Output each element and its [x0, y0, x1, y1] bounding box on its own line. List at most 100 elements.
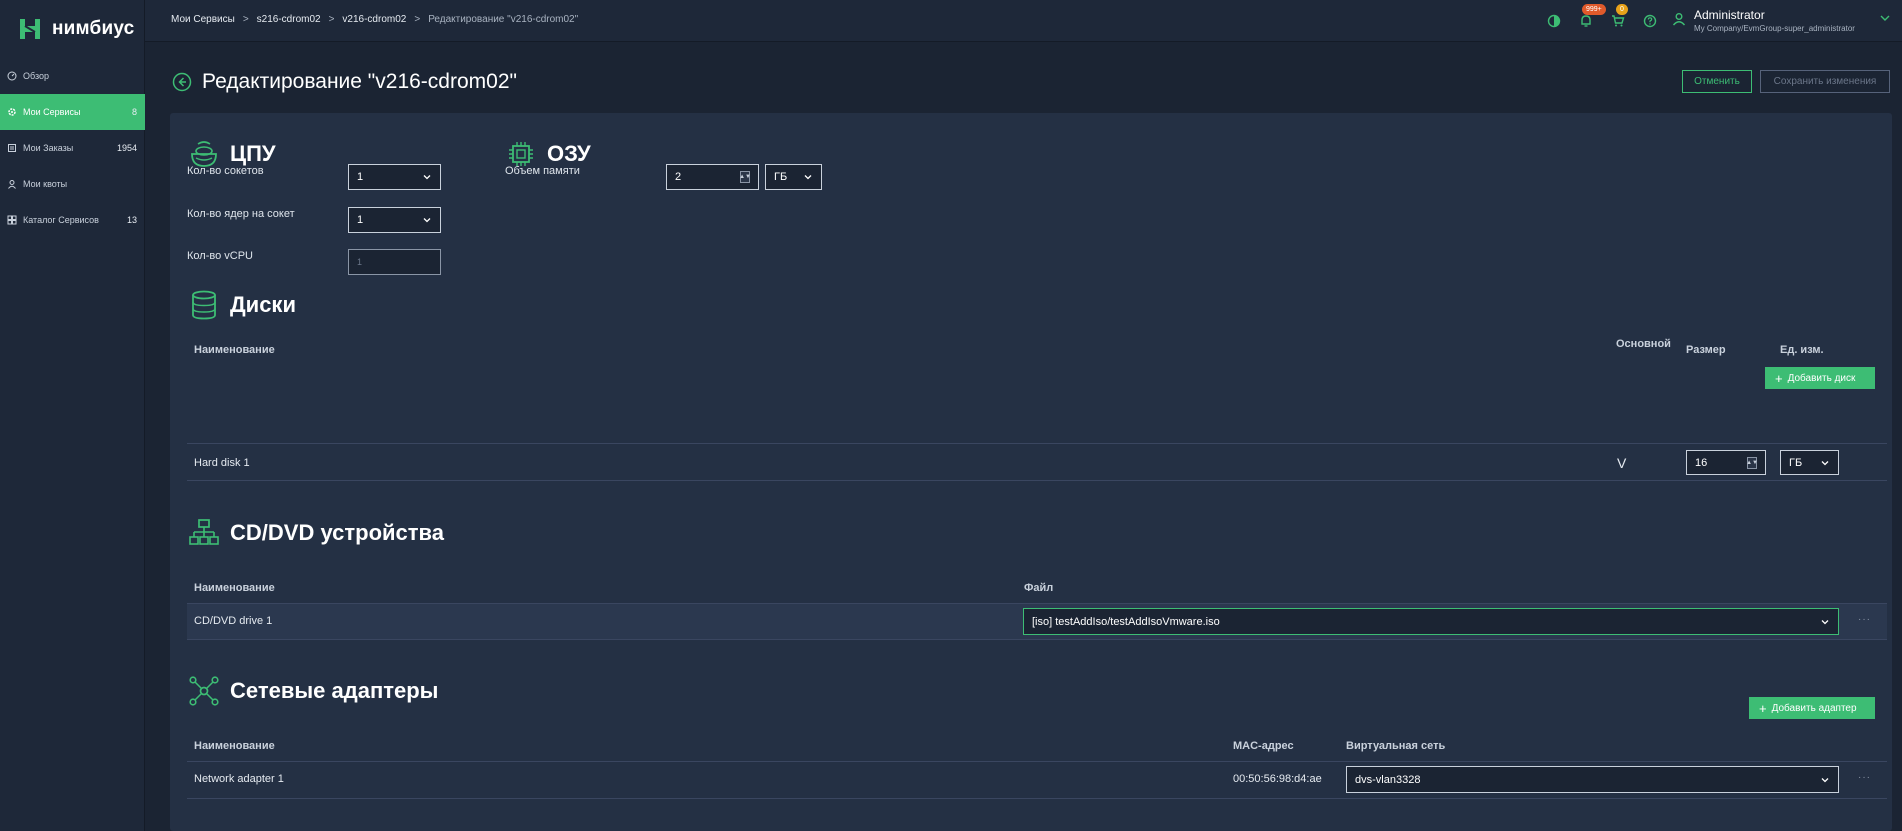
cancel-button[interactable]: Отменить	[1682, 70, 1752, 93]
sidebar: нимбиус Обзор Мои Сервисы 8 Мои Заказы 1…	[0, 0, 145, 831]
disks-col-primary: Основной	[1616, 338, 1671, 350]
disks-header-divider	[187, 443, 1887, 444]
sidebar-item-label: Мои Сервисы	[23, 107, 81, 117]
stepper-icon[interactable]: ▲▼	[1746, 456, 1758, 469]
add-disk-label: Добавить диск	[1787, 372, 1856, 384]
add-disk-button[interactable]: + Добавить диск	[1765, 367, 1875, 389]
sidebar-item-service-catalog[interactable]: Каталог Сервисов 13	[0, 202, 145, 238]
cart-icon[interactable]: 0	[1608, 4, 1628, 30]
dashboard-icon	[6, 71, 17, 82]
user-name: Administrator	[1694, 8, 1765, 22]
breadcrumb-item[interactable]: v216-cdrom02	[342, 14, 406, 25]
save-changes-button[interactable]: Сохранить изменения	[1760, 70, 1890, 93]
page-title: Редактирование "v216-cdrom02"	[202, 70, 517, 93]
back-arrow-icon[interactable]	[172, 72, 192, 92]
cdrom-file-value: [iso] testAddIso/testAddIsoVmware.iso	[1032, 615, 1220, 628]
sidebar-item-my-orders[interactable]: Мои Заказы 1954	[0, 130, 145, 166]
theme-toggle-icon[interactable]	[1544, 12, 1564, 30]
disk-size-value: 16	[1695, 456, 1708, 469]
disk-size-input[interactable]: 16 ▲▼	[1686, 450, 1766, 475]
memory-unit-select[interactable]: ГБ	[765, 164, 822, 190]
stepper-icon[interactable]: ▲▼	[739, 171, 751, 183]
cores-select[interactable]: 1	[348, 207, 441, 233]
network-row-name: Network adapter 1	[194, 773, 284, 785]
vnet-select[interactable]: dvs-vlan3328	[1346, 766, 1839, 793]
user-icon	[6, 179, 17, 190]
disks-row-divider	[187, 480, 1887, 481]
vnet-value: dvs-vlan3328	[1355, 773, 1421, 786]
network-col-vnet: Виртуальная сеть	[1346, 740, 1446, 752]
network-row-mac: 00:50:56:98:d4:ae	[1233, 773, 1322, 785]
vcpu-field: 1	[348, 249, 441, 275]
vcpu-label: Кол-во vCPU	[187, 250, 253, 262]
network-col-name: Наименование	[194, 740, 275, 752]
cores-value: 1	[357, 214, 364, 226]
memory-label: Объем памяти	[505, 165, 580, 177]
ram-title: ОЗУ	[547, 141, 591, 166]
sidebar-item-my-quotas[interactable]: Мои квоты	[0, 166, 145, 202]
page-header: Редактирование "v216-cdrom02"	[172, 70, 517, 94]
brand-logo[interactable]: нимбиус	[16, 16, 134, 42]
network-section-title: Сетевые адаптеры	[188, 675, 438, 707]
network-title: Сетевые адаптеры	[230, 678, 439, 703]
cdrom-row-actions-icon[interactable]: ···	[1858, 614, 1871, 625]
help-icon[interactable]	[1640, 12, 1660, 30]
brand-name: нимбиус	[52, 18, 135, 39]
cdrom-col-file: Файл	[1024, 582, 1054, 594]
logo-icon	[20, 19, 40, 39]
disk-row-primary: V	[1617, 455, 1627, 471]
chevron-down-icon	[423, 175, 431, 180]
top-icons: 999+ 0	[1544, 4, 1660, 30]
sidebar-item-my-services[interactable]: Мои Сервисы 8	[0, 94, 145, 130]
breadcrumb-separator: >	[242, 14, 249, 25]
disks-col-unit: Ед. изм.	[1780, 344, 1824, 356]
cart-badge: 0	[1616, 4, 1628, 15]
chevron-down-icon[interactable]	[1879, 13, 1891, 23]
chevron-down-icon	[1821, 619, 1829, 624]
notifications-badge: 999+	[1582, 4, 1606, 15]
cdrom-title: CD/DVD устройства	[230, 520, 445, 545]
disk-unit-select[interactable]: ГБ	[1780, 450, 1839, 475]
bell-icon[interactable]: 999+	[1576, 4, 1606, 30]
sidebar-item-count: 8	[131, 107, 137, 117]
network-row-actions-icon[interactable]: ···	[1858, 772, 1871, 783]
chevron-down-icon	[1821, 777, 1829, 782]
chevron-down-icon	[1821, 460, 1829, 465]
memory-input[interactable]: 2 ▲▼	[666, 164, 759, 190]
sidebar-item-overview[interactable]: Обзор	[0, 58, 145, 94]
sidebar-item-label: Мои квоты	[23, 179, 68, 189]
sockets-select[interactable]: 1	[348, 164, 441, 190]
orders-icon	[6, 143, 17, 154]
sidebar-nav: Обзор Мои Сервисы 8 Мои Заказы 1954 Мои …	[0, 58, 145, 238]
user-menu[interactable]: Administrator My Company/EvmGroup-super_…	[1672, 8, 1855, 33]
cdrom-row-name: CD/DVD drive 1	[194, 615, 273, 627]
breadcrumb-item[interactable]: s216-cdrom02	[257, 14, 321, 25]
disks-col-name: Наименование	[194, 344, 275, 356]
catalog-icon	[6, 215, 17, 226]
chevron-down-icon	[423, 218, 431, 223]
plus-icon: +	[1775, 370, 1783, 386]
memory-value: 2	[675, 171, 682, 183]
cdrom-row-divider	[187, 639, 1887, 640]
cdrom-file-select[interactable]: [iso] testAddIso/testAddIsoVmware.iso	[1023, 608, 1839, 635]
cores-label: Кол-во ядер на сокет	[187, 208, 295, 220]
plus-icon: +	[1759, 700, 1767, 716]
network-row-divider	[187, 798, 1887, 799]
disk-unit-value: ГБ	[1789, 456, 1803, 469]
user-group: My Company/EvmGroup-super_administrator	[1694, 24, 1855, 33]
network-header-divider	[187, 761, 1887, 762]
memory-unit-value: ГБ	[774, 171, 788, 183]
chevron-down-icon	[804, 175, 812, 180]
disk-row-name: Hard disk 1	[194, 457, 250, 469]
cdrom-section-title: CD/DVD устройства	[188, 517, 444, 549]
sidebar-item-label: Обзор	[23, 71, 49, 81]
sidebar-item-label: Мои Заказы	[23, 143, 74, 153]
sockets-value: 1	[357, 171, 364, 183]
disks-col-size: Размер	[1686, 344, 1726, 356]
sidebar-item-count: 13	[126, 215, 137, 225]
breadcrumb-item[interactable]: Мои Сервисы	[171, 14, 235, 25]
cdrom-col-name: Наименование	[194, 582, 275, 594]
add-adapter-button[interactable]: + Добавить адаптер	[1749, 697, 1875, 719]
breadcrumb: Мои Сервисы > s216-cdrom02 > v216-cdrom0…	[171, 14, 578, 25]
cpu-title: ЦПУ	[230, 141, 276, 166]
